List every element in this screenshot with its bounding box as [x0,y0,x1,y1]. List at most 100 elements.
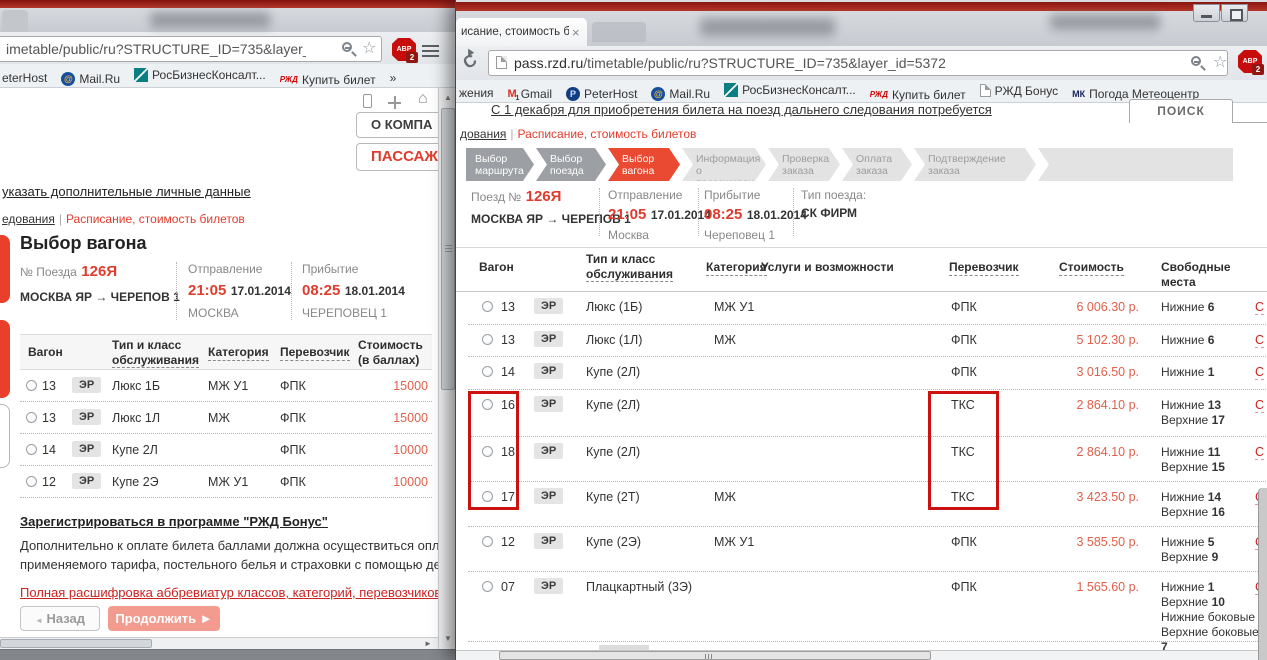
wagon-number: 12 [42,475,56,489]
table-row: 07ЭРПлацкартный (3Э)ФПК1 565.60 р.Нижние… [468,572,1267,642]
back-button[interactable]: ◄ Назад [20,606,100,631]
step-line2: вагона [622,165,654,177]
side-tab[interactable] [0,404,10,468]
bookmark-item[interactable]: жения [459,86,494,100]
wagon-type: Плацкартный (3Э) [586,580,692,594]
background-tab[interactable] [2,10,28,32]
scroll-right-icon[interactable]: ► [424,639,432,648]
col-type[interactable]: Тип и классобслуживания [112,338,199,368]
seat-count: 15 [1212,460,1225,474]
home-icon[interactable]: ⌂ [418,90,428,108]
personal-data-link[interactable]: указать дополнительные личные данные [2,184,251,199]
breadcrumb: едования|Расписание, стоимость билетов [2,212,245,226]
menu-icon[interactable] [422,42,439,60]
breadcrumb-back-link[interactable]: дования [460,127,506,141]
wagon-radio[interactable] [482,536,493,547]
er-badge: ЭР [534,443,563,459]
free-seats: Нижние 13Верхние 17 [1161,398,1225,428]
wagon-radio[interactable] [26,476,37,487]
bookmark-item[interactable]: РосБизнесКонсалт... [724,83,856,97]
tab-strip [0,8,457,32]
minimize-button[interactable] [1193,4,1220,22]
col-cost[interactable]: Стоимость [1059,260,1124,276]
new-tab-button[interactable] [592,22,646,42]
breadcrumb-current: Расписание, стоимость билетов [518,127,697,141]
scheme-link[interactable]: С [1255,333,1264,348]
departure-time: 21:05 17.01.2014 [608,206,711,224]
divider [291,262,292,320]
scrollbar-thumb[interactable] [441,108,455,390]
wagon-radio[interactable] [482,581,493,592]
col-carrier[interactable]: Перевозчик [949,260,1019,276]
step-поезда[interactable]: Выборпоезда [536,148,606,181]
step-вагона[interactable]: Выборвагона [608,148,680,181]
zoom-out-icon[interactable] [342,42,352,52]
url-text[interactable]: pass.rzd.ru/timetable/public/ru?STRUCTUR… [514,51,1164,75]
col-cost[interactable]: Стоимость(в баллах) [358,338,423,368]
continue-button[interactable]: Продолжить ► [108,606,220,631]
search-tab[interactable]: ПОИСК [1129,99,1233,123]
divider [793,188,794,236]
wagon-radio[interactable] [26,380,37,391]
col-carrier[interactable]: Перевозчик [280,345,350,361]
tab-title: исание, стоимость б [461,26,569,38]
bookmarks-bar: eterHost @Mail.Ru РосБизнесКонсалт... РЖДКу… [0,64,457,88]
scroll-down-icon[interactable]: ▼ [444,634,452,643]
bonus-register-link[interactable]: Зарегистрироваться в программе "РЖД Бону… [20,514,328,529]
wagon-price: 2 864.10 р. [1059,398,1139,412]
bookmark-item[interactable]: eterHost [2,71,47,85]
wagon-number: 13 [501,300,515,314]
seat-count: 1 [1208,580,1215,594]
breadcrumb-back-link[interactable]: едования [2,212,55,226]
active-tab[interactable]: исание, стоимость б × [456,18,587,46]
wagon-radio[interactable] [26,412,37,423]
bookmark-item[interactable]: @Mail.Ru [651,87,710,101]
restore-button[interactable] [1221,4,1248,22]
bookmark-item[interactable]: РосБизнесКонсалт... [134,68,266,82]
step-маршрута[interactable]: Выбормаршрута [466,148,534,181]
url-text[interactable]: imetable/public/ru?STRUCTURE_ID=735&laye… [6,37,306,61]
bookmark-star-icon[interactable]: ☆ [362,41,376,57]
col-wagon[interactable]: Вагон [479,260,514,275]
col-type[interactable]: Тип и классобслуживания [586,252,673,282]
scrollbar-thumb[interactable] [499,651,931,660]
wagon-radio[interactable] [482,301,493,312]
bookmark-item[interactable]: РЖДКупить билет [870,88,966,102]
bookmark-item[interactable]: M1Gmail [508,87,553,101]
mobile-version-icon[interactable] [363,94,372,108]
bookmark-star-icon[interactable]: ☆ [1213,55,1227,71]
col-category[interactable]: Категория [208,345,269,361]
wagon-radio[interactable] [482,334,493,345]
horizontal-scrollbar[interactable]: ► [0,637,438,649]
table-row: 12ЭРКупе 2ЭМЖ У1ФПК10000 [20,466,432,498]
scheme-link[interactable]: С [1255,365,1264,380]
seat-label: Верхние боковые [1161,625,1259,639]
browser-window-left: imetable/public/ru?STRUCTURE_ID=735&laye… [0,0,457,660]
scheme-link[interactable]: С [1255,300,1264,315]
scrollbar-thumb[interactable] [0,639,152,648]
scroll-up-icon[interactable]: ▲ [444,93,452,102]
vertical-scrollbar[interactable] [1258,488,1267,660]
bookmarks-overflow-icon[interactable]: » [390,71,397,85]
bookmark-item[interactable]: РЖДКупить билет [280,73,376,87]
tab-close-icon[interactable]: × [572,25,580,40]
wagon-type: Люкс (1Л) [586,333,642,347]
scheme-link[interactable]: С [1255,398,1264,413]
seat-count: 14 [1208,490,1221,504]
wagon-radio[interactable] [482,366,493,377]
wagon-radio[interactable] [26,444,37,455]
side-tab[interactable] [0,320,10,398]
scheme-link[interactable]: С [1255,445,1264,460]
notice-link[interactable]: С 1 декабря для приобретения билета на п… [491,102,992,117]
side-tab[interactable] [0,235,10,303]
bookmark-label: жения [459,86,494,100]
bookmark-item[interactable]: @Mail.Ru [61,72,120,86]
bookmark-item[interactable]: РЖД Бонус [980,84,1058,98]
move-icon[interactable] [388,96,401,109]
col-wagon[interactable]: Вагон [28,345,63,360]
bookmark-item[interactable]: PPeterHost [566,87,637,101]
horizontal-scrollbar[interactable] [456,650,1267,660]
abbreviations-link[interactable]: Полная расшифровка аббревиатур классов, … [20,585,440,600]
zoom-out-icon[interactable] [1191,56,1201,66]
col-category[interactable]: Категория [706,260,767,276]
